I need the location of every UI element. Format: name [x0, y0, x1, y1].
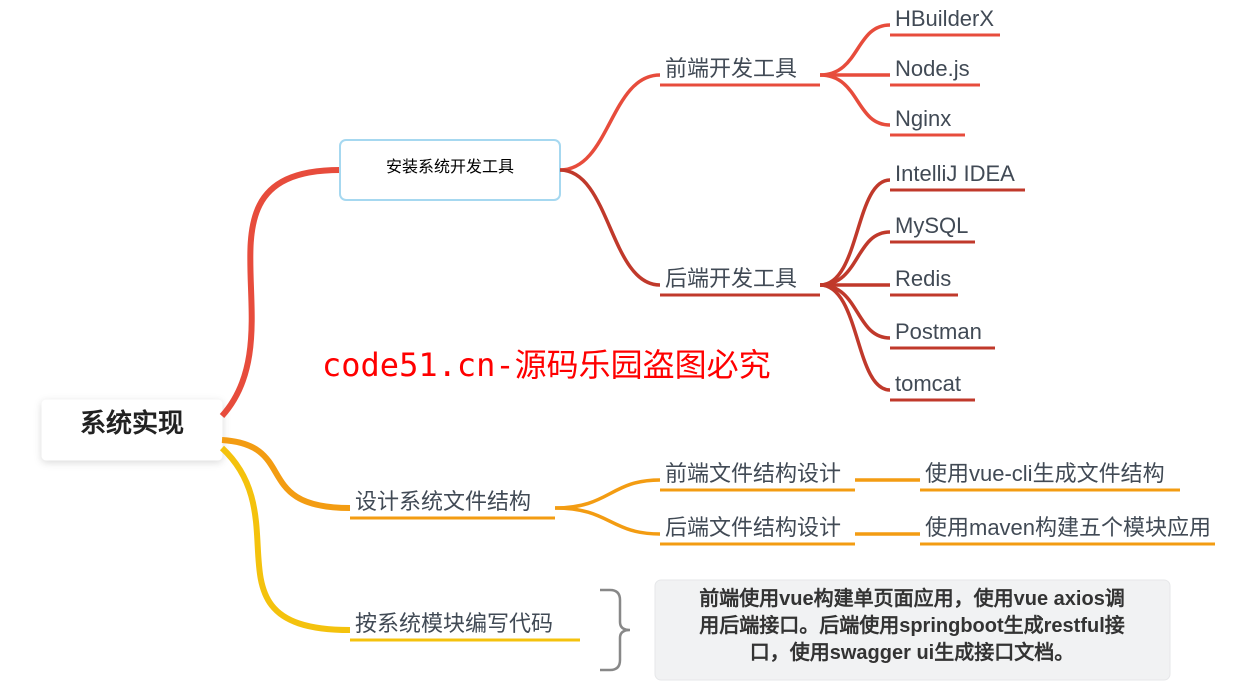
label-fe-structure: 前端文件结构设计: [665, 461, 841, 486]
summary-line-2: 用后端接口。后端使用springboot生成restful接: [699, 613, 1125, 637]
node-redis[interactable]: Redis: [890, 266, 958, 295]
node-vue-cli[interactable]: 使用vue-cli生成文件结构: [920, 461, 1180, 490]
edge-ft-hbx: [820, 25, 890, 75]
label-install: 安装系统开发工具: [386, 158, 514, 176]
label-write-code: 按系统模块编写代码: [355, 611, 553, 636]
label-design-files: 设计系统文件结构: [355, 489, 531, 514]
node-hbuilderx[interactable]: HBuilderX: [890, 6, 1000, 35]
node-nginx[interactable]: Nginx: [890, 106, 965, 135]
label-postman: Postman: [895, 319, 982, 344]
node-frontend-tools[interactable]: 前端开发工具: [660, 56, 820, 85]
node-mysql[interactable]: MySQL: [890, 213, 975, 242]
label-frontend-tools: 前端开发工具: [665, 56, 797, 81]
node-be-structure[interactable]: 后端文件结构设计: [660, 515, 855, 544]
node-write-code[interactable]: 按系统模块编写代码: [350, 611, 580, 640]
edge-ft-nginx: [820, 75, 890, 125]
label-mysql: MySQL: [895, 213, 968, 238]
node-design-files[interactable]: 设计系统文件结构: [350, 489, 555, 518]
label-maven: 使用maven构建五个模块应用: [925, 515, 1211, 540]
label-vue-cli: 使用vue-cli生成文件结构: [925, 461, 1165, 486]
label-intellij: IntelliJ IDEA: [895, 161, 1015, 186]
node-intellij[interactable]: IntelliJ IDEA: [890, 161, 1025, 190]
label-hbuilderx: HBuilderX: [895, 6, 994, 31]
edge-design-fe: [555, 480, 660, 508]
summary-line-1: 前端使用vue构建单页面应用，使用vue axios调: [699, 586, 1125, 610]
label-tomcat: tomcat: [895, 371, 961, 396]
edge-install-frontend: [560, 75, 660, 170]
label-nodejs: Node.js: [895, 56, 970, 81]
node-maven[interactable]: 使用maven构建五个模块应用: [920, 515, 1215, 544]
root-node[interactable]: 系统实现: [42, 400, 222, 460]
edge-design-be: [555, 508, 660, 534]
label-be-structure: 后端文件结构设计: [665, 515, 841, 540]
label-nginx: Nginx: [895, 106, 951, 131]
node-postman[interactable]: Postman: [890, 319, 995, 348]
edge-root-install: [222, 170, 340, 416]
edge-install-backend: [560, 170, 660, 285]
root-label: 系统实现: [80, 408, 184, 438]
node-install[interactable]: 安装系统开发工具: [340, 140, 560, 200]
summary-bracket: [600, 590, 630, 670]
node-tomcat[interactable]: tomcat: [890, 371, 975, 400]
edge-root-code: [222, 448, 350, 630]
summary-line-3: 口，使用swagger ui生成接口文档。: [750, 640, 1074, 664]
node-nodejs[interactable]: Node.js: [890, 56, 980, 85]
node-fe-structure[interactable]: 前端文件结构设计: [660, 461, 855, 490]
node-backend-tools[interactable]: 后端开发工具: [660, 266, 820, 295]
mindmap-canvas: 系统实现 安装系统开发工具 前端开发工具 HBuilderX Node.js N…: [0, 0, 1235, 690]
label-redis: Redis: [895, 266, 951, 291]
label-backend-tools: 后端开发工具: [665, 266, 797, 291]
node-summary[interactable]: 前端使用vue构建单页面应用，使用vue axios调 用后端接口。后端使用sp…: [655, 580, 1170, 680]
